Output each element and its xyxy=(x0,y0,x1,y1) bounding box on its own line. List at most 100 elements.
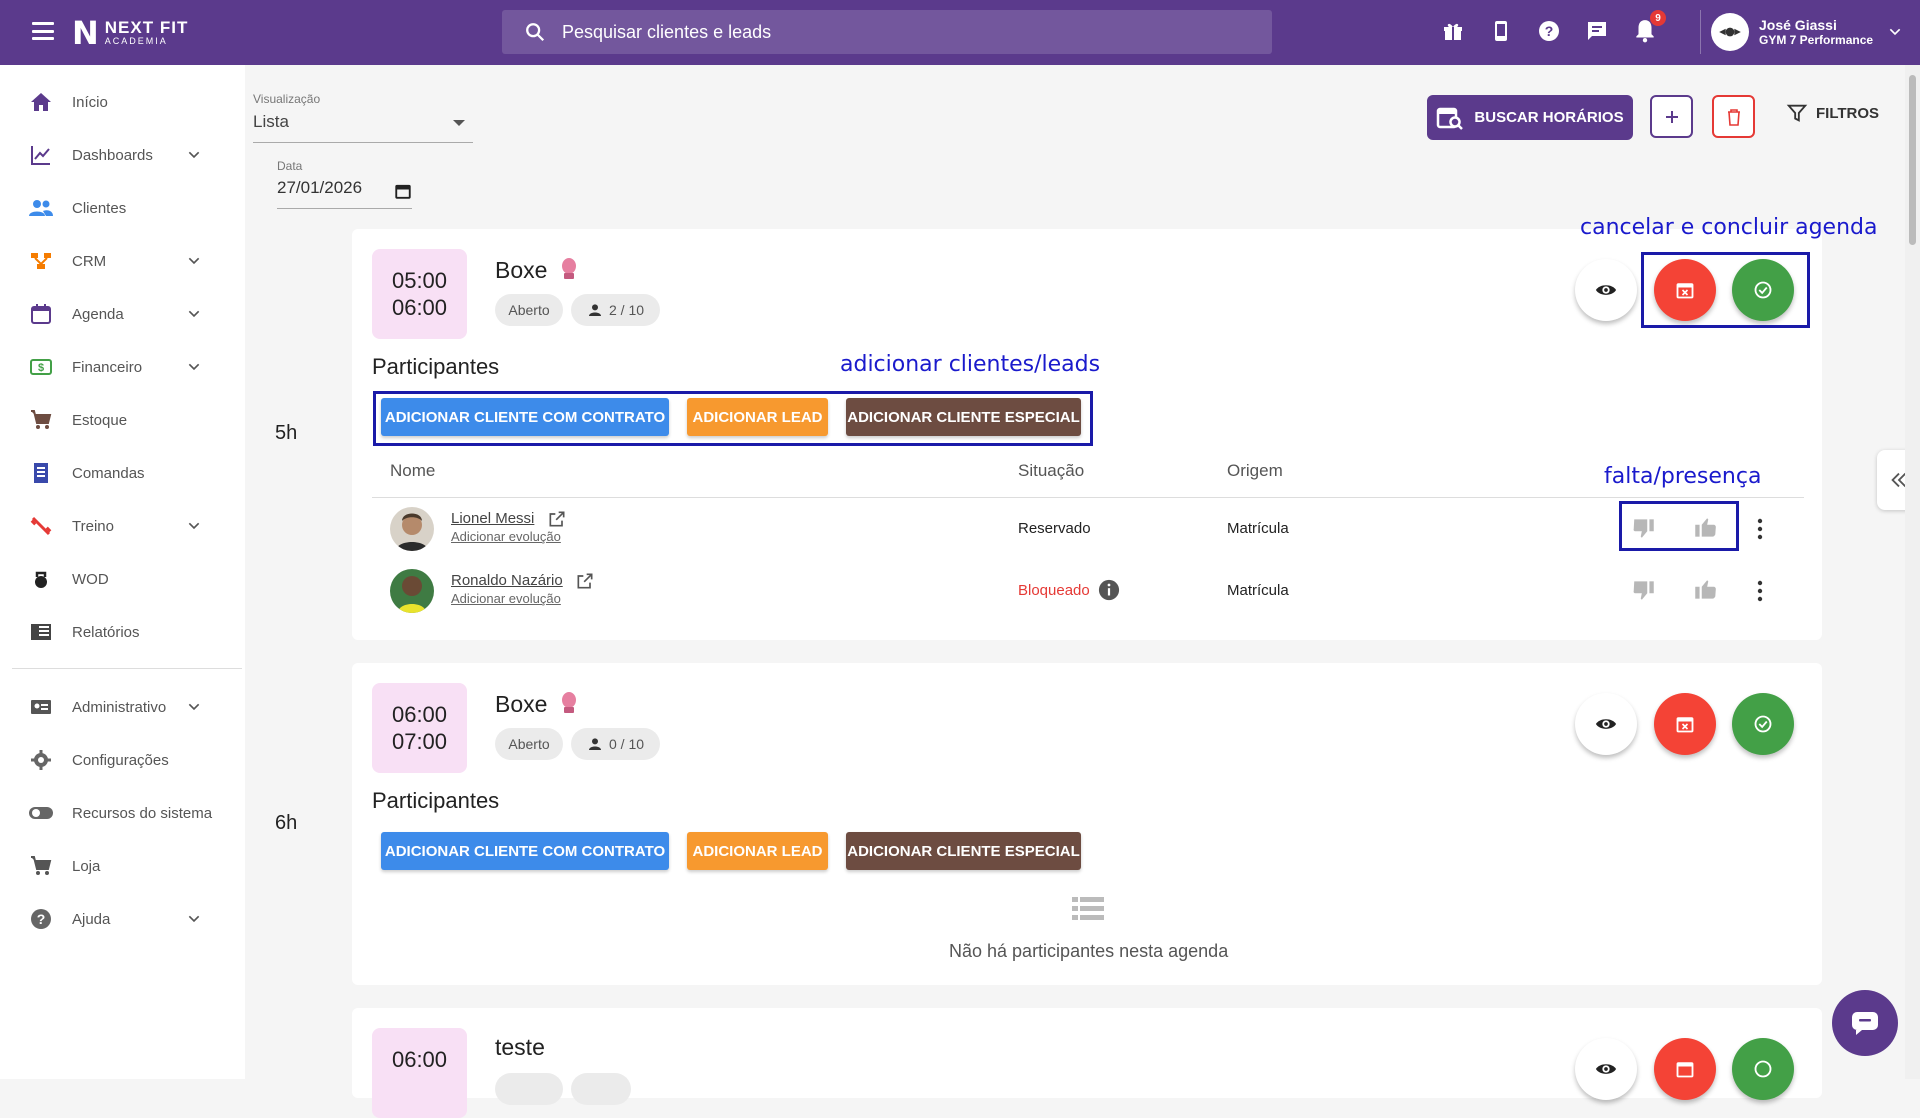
dropdown-arrow-icon xyxy=(453,120,465,126)
top-bar: N NEXT FIT ACADEMIA ? 9 José Gia xyxy=(0,0,1920,65)
add-evolution-link[interactable]: Adicionar evolução xyxy=(451,529,561,544)
sidebar-item-estoque[interactable]: Estoque xyxy=(0,398,245,442)
participant-name[interactable]: Ronaldo Nazário xyxy=(451,572,563,589)
sidebar-item-crm[interactable]: CRM xyxy=(0,239,245,283)
thumb-up-icon[interactable] xyxy=(1692,577,1718,603)
eye-icon xyxy=(1595,285,1617,295)
chevron-down-icon xyxy=(188,363,200,371)
sidebar-item-agenda[interactable]: Agenda xyxy=(0,292,245,336)
delete-button[interactable] xyxy=(1712,95,1755,138)
start-time: 05:00 xyxy=(391,268,448,293)
participant-name[interactable]: Lionel Messi xyxy=(451,510,534,527)
receipt-icon xyxy=(28,460,54,486)
start-time: 06:00 xyxy=(391,1047,448,1072)
gift-icon[interactable] xyxy=(1440,16,1466,46)
view-select[interactable]: Lista xyxy=(253,112,473,143)
bell-icon[interactable]: 9 xyxy=(1632,10,1666,46)
device-icon[interactable] xyxy=(1488,16,1514,46)
add-special-client-button[interactable]: ADICIONAR CLIENTE ESPECIAL xyxy=(846,832,1081,870)
check-circle-icon xyxy=(1754,715,1772,733)
brand-name: NEXT FIT xyxy=(104,18,189,37)
class-name: Boxe xyxy=(495,691,548,717)
col-header-name: Nome xyxy=(390,461,436,480)
schedule-card: 06:00 teste xyxy=(352,1008,1822,1118)
external-link-icon[interactable] xyxy=(575,571,595,591)
thumb-down-icon[interactable] xyxy=(1631,577,1657,603)
scrollbar[interactable] xyxy=(1905,65,1920,1079)
search-bar[interactable] xyxy=(502,10,1272,54)
list-icon xyxy=(1072,897,1104,920)
sidebar-item-ajuda[interactable]: ? Ajuda xyxy=(0,897,245,941)
info-icon[interactable] xyxy=(1098,579,1120,601)
filtros-button[interactable]: FILTROS xyxy=(1786,102,1879,124)
status-chip: Aberto xyxy=(495,728,563,760)
plus-icon xyxy=(1665,110,1678,123)
filter-icon xyxy=(1786,104,1808,122)
sidebar-item-inicio[interactable]: Início xyxy=(0,80,245,124)
scrollbar-thumb[interactable] xyxy=(1909,75,1916,245)
date-input[interactable]: 27/01/2026 xyxy=(277,178,412,209)
class-title: Boxe xyxy=(495,257,580,284)
avatar[interactable] xyxy=(390,569,434,613)
id-card-icon xyxy=(28,694,54,720)
date-value: 27/01/2026 xyxy=(277,178,363,197)
chat-icon[interactable] xyxy=(1584,16,1610,46)
sidebar-item-dashboards[interactable]: Dashboards xyxy=(0,133,245,177)
app-logo[interactable]: N NEXT FIT ACADEMIA xyxy=(72,14,188,52)
capacity-chip: 0 / 10 xyxy=(571,728,660,760)
conclude-schedule-button[interactable] xyxy=(1732,1038,1794,1100)
user-menu[interactable]: José Giassi GYM 7 Performance xyxy=(1700,10,1903,54)
add-lead-button[interactable]: ADICIONAR LEAD xyxy=(687,832,828,870)
calendar-icon[interactable] xyxy=(394,182,412,200)
calendar-search-icon xyxy=(1437,107,1464,130)
end-time: 06:00 xyxy=(391,295,448,320)
sidebar-item-label: Início xyxy=(72,93,108,111)
search-input[interactable] xyxy=(560,20,1244,44)
conclude-schedule-button[interactable] xyxy=(1732,693,1794,755)
sidebar-item-label: Treino xyxy=(72,517,114,535)
notification-badge: 9 xyxy=(1650,10,1666,26)
sidebar-item-administrativo[interactable]: Administrativo xyxy=(0,685,245,729)
sidebar-item-label: Agenda xyxy=(72,305,124,323)
annotation-box-cancel-conclude xyxy=(1641,252,1810,328)
sidebar-item-configuracoes[interactable]: Configurações xyxy=(0,738,245,782)
help-icon[interactable]: ? xyxy=(1536,16,1562,46)
sidebar-item-clientes[interactable]: Clientes xyxy=(0,186,245,230)
sidebar-item-treino[interactable]: Treino xyxy=(0,504,245,548)
add-contract-client-button[interactable]: ADICIONAR CLIENTE COM CONTRATO xyxy=(381,832,669,870)
add-button[interactable] xyxy=(1650,95,1693,138)
dumbbell-icon xyxy=(28,513,54,539)
chat-button[interactable] xyxy=(1832,990,1898,1056)
add-evolution-link[interactable]: Adicionar evolução xyxy=(451,591,561,606)
avatar xyxy=(1711,13,1749,51)
sidebar-divider xyxy=(12,668,242,669)
sidebar-item-label: Financeiro xyxy=(72,358,143,376)
sidebar-item-recursos[interactable]: Recursos do sistema xyxy=(0,791,245,835)
view-button[interactable] xyxy=(1575,693,1637,755)
sidebar-item-wod[interactable]: WOD xyxy=(0,557,245,601)
participant-status: Reservado xyxy=(1018,520,1091,537)
sidebar-item-label: CRM xyxy=(72,252,107,270)
sidebar-item-comandas[interactable]: Comandas xyxy=(0,451,245,495)
more-vert-icon[interactable] xyxy=(1756,518,1764,540)
buscar-horarios-button[interactable]: BUSCAR HORÁRIOS xyxy=(1427,95,1633,140)
sidebar-item-financeiro[interactable]: $ Financeiro xyxy=(0,345,245,389)
menu-icon[interactable] xyxy=(32,22,54,40)
view-button[interactable] xyxy=(1575,259,1637,321)
sidebar-item-relatorios[interactable]: Relatórios xyxy=(0,610,245,654)
class-title: Boxe xyxy=(495,691,580,718)
view-button[interactable] xyxy=(1575,1038,1637,1100)
svg-text:$: $ xyxy=(38,362,44,374)
col-header-origin: Origem xyxy=(1227,461,1283,480)
more-vert-icon[interactable] xyxy=(1756,580,1764,602)
table-divider xyxy=(372,497,1804,498)
sidebar-item-loja[interactable]: Loja xyxy=(0,844,245,888)
cancel-schedule-button[interactable] xyxy=(1654,693,1716,755)
chevron-down-icon xyxy=(1889,28,1901,36)
sidebar-item-label: Ajuda xyxy=(72,910,111,928)
avatar[interactable] xyxy=(390,507,434,551)
chevron-down-icon xyxy=(188,151,200,159)
external-link-icon[interactable] xyxy=(547,509,567,529)
check-circle-icon xyxy=(1754,1060,1772,1078)
cancel-schedule-button[interactable] xyxy=(1654,1038,1716,1100)
